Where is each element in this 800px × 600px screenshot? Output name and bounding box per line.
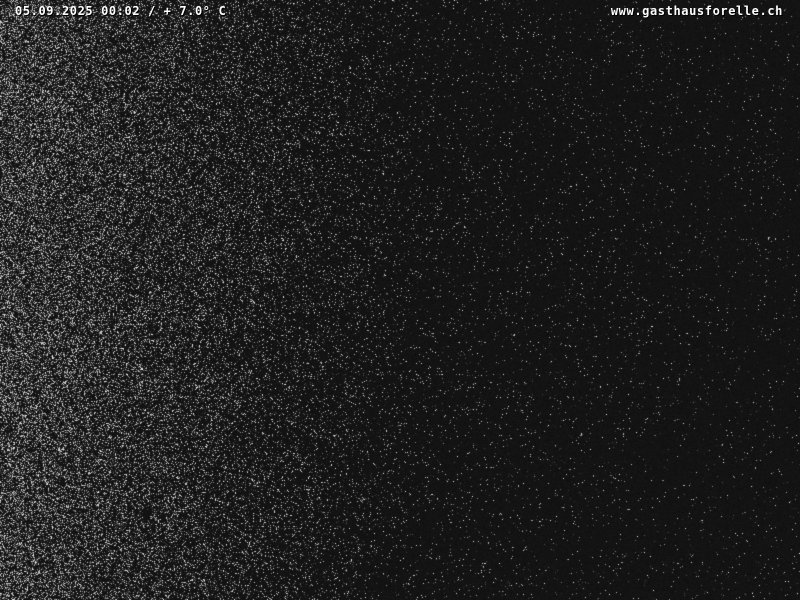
webcam-frame: 05.09.2025 00:02 / + 7.0° C www.gasthaus… <box>0 0 800 600</box>
website-label: www.gasthausforelle.ch <box>610 4 783 18</box>
timestamp-temperature-label: 05.09.2025 00:02 / + 7.0° C <box>15 4 227 18</box>
night-sensor-noise <box>0 0 800 600</box>
